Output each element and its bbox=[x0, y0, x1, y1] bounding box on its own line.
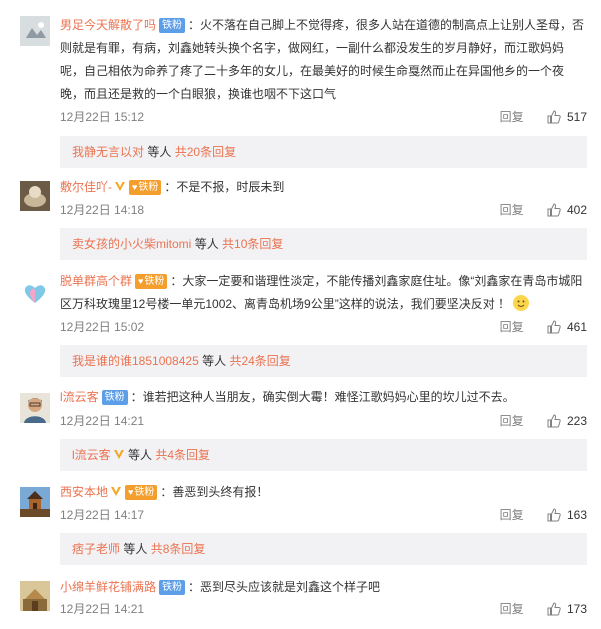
more-replies-link[interactable]: 共20条回复 bbox=[175, 145, 236, 159]
comment-time: 12月22日 14:17 bbox=[60, 508, 145, 522]
reply-button[interactable]: 回复 bbox=[500, 320, 524, 334]
fan-badge: 铁粉 bbox=[159, 18, 186, 33]
reply-button[interactable]: 回复 bbox=[500, 508, 524, 522]
comment-list: 男足今天解散了吗 铁粉 ：火不落在自己脚上不觉得疼，很多人站在道德的制高点上让别人圣… bbox=[0, 0, 601, 629]
like-count: 402 bbox=[566, 203, 587, 217]
comment-time: 12月22日 15:02 bbox=[60, 320, 145, 334]
like-button[interactable]: 223 bbox=[547, 414, 587, 428]
sub-replies: l流云客 等人 共4条回复 bbox=[60, 439, 587, 471]
like-button[interactable]: 173 bbox=[547, 602, 587, 616]
sub-replies: 痞子老师 等人 共8条回复 bbox=[60, 533, 587, 565]
comment-meta: 12月22日 15:12 回复 517 bbox=[60, 107, 587, 127]
fan-badge: ♥铁粉 bbox=[125, 485, 158, 500]
sub-reply-user[interactable]: l流云客 bbox=[72, 448, 111, 462]
thumbs-up-icon bbox=[547, 414, 561, 428]
like-count: 461 bbox=[566, 320, 587, 334]
smile-emoji-icon bbox=[513, 295, 530, 311]
more-replies-link[interactable]: 共4条回复 bbox=[155, 448, 210, 462]
comment-text: ：谁若把这种人当朋友，确实倒大霉！难怪江歌妈妈心里的坎儿过不去。 bbox=[130, 390, 515, 404]
thumbs-up-icon bbox=[547, 203, 561, 217]
like-count: 173 bbox=[566, 602, 587, 616]
reply-button[interactable]: 回复 bbox=[500, 602, 524, 616]
avatar[interactable] bbox=[20, 487, 50, 517]
thumbs-up-icon bbox=[547, 602, 561, 616]
fan-badge: ♥铁粉 bbox=[135, 274, 168, 289]
comment-meta: 12月22日 14:17 回复 163 bbox=[60, 505, 587, 525]
comment-text: ：不是不报，时辰未到 bbox=[164, 180, 285, 194]
sub-reply-label: 等人 bbox=[194, 237, 219, 251]
like-count: 223 bbox=[566, 414, 587, 428]
verified-icon bbox=[115, 182, 125, 191]
more-replies-link[interactable]: 共8条回复 bbox=[151, 542, 206, 556]
verified-icon bbox=[113, 450, 124, 459]
comment-meta: 12月22日 15:02 回复 461 bbox=[60, 317, 587, 337]
comment-time: 12月22日 15:12 bbox=[60, 110, 145, 124]
more-replies-link[interactable]: 共10条回复 bbox=[222, 237, 283, 251]
reply-button[interactable]: 回复 bbox=[500, 414, 524, 428]
like-count: 163 bbox=[566, 508, 587, 522]
comment-username[interactable]: 小绵羊鲜花铺满路 bbox=[60, 580, 156, 594]
thumbs-up-icon bbox=[547, 508, 561, 522]
sub-replies: 卖女孩的小火柴mitomi 等人 共10条回复 bbox=[60, 228, 587, 260]
avatar[interactable] bbox=[20, 393, 50, 423]
fan-badge: ♥铁粉 bbox=[129, 180, 162, 195]
sub-reply-user[interactable]: 我静无言以对 bbox=[72, 145, 144, 159]
reply-button[interactable]: 回复 bbox=[500, 110, 524, 124]
thumbs-up-icon bbox=[547, 320, 561, 334]
like-button[interactable]: 402 bbox=[547, 203, 587, 217]
sub-replies: 我静无言以对 等人 共20条回复 bbox=[60, 136, 587, 168]
like-button[interactable]: 163 bbox=[547, 508, 587, 522]
like-count: 517 bbox=[566, 110, 587, 124]
comment-username[interactable]: 西安本地 bbox=[60, 485, 108, 499]
comment-username[interactable]: l流云客 bbox=[60, 390, 99, 404]
sub-reply-label: 等人 bbox=[147, 145, 172, 159]
sub-reply-user[interactable]: 卖女孩的小火柴mitomi bbox=[72, 237, 191, 251]
reply-button[interactable]: 回复 bbox=[500, 203, 524, 217]
sub-reply-label: 等人 bbox=[128, 448, 153, 462]
comment-text: ：恶到尽头应该就是刘鑫这个样子吧 bbox=[188, 580, 381, 594]
like-button[interactable]: 517 bbox=[547, 110, 587, 124]
thumbs-up-icon bbox=[547, 110, 561, 124]
comment-meta: 12月22日 14:21 回复 223 bbox=[60, 411, 587, 431]
comment-username[interactable]: 男足今天解散了吗 bbox=[60, 18, 156, 32]
more-replies-link[interactable]: 共24条回复 bbox=[229, 354, 290, 368]
comment-username[interactable]: 脱单群高个群 bbox=[60, 274, 132, 288]
comment-meta: 12月22日 14:21 回复 173 bbox=[60, 599, 587, 619]
comment-meta: 12月22日 14:18 回复 402 bbox=[60, 200, 587, 220]
avatar[interactable] bbox=[20, 277, 50, 307]
sub-replies: 我是谁的谁1851008425 等人 共24条回复 bbox=[60, 345, 587, 377]
comment-time: 12月22日 14:21 bbox=[60, 602, 145, 616]
sub-reply-user[interactable]: 我是谁的谁1851008425 bbox=[72, 354, 199, 368]
avatar[interactable] bbox=[20, 581, 50, 611]
fan-badge: 铁粉 bbox=[159, 580, 186, 595]
avatar[interactable] bbox=[20, 16, 50, 46]
comment-time: 12月22日 14:18 bbox=[60, 203, 145, 217]
like-button[interactable]: 461 bbox=[547, 320, 587, 334]
sub-reply-label: 等人 bbox=[202, 354, 227, 368]
fan-badge: 铁粉 bbox=[101, 390, 128, 405]
comment-username[interactable]: 敷尔佳吖- bbox=[60, 180, 112, 194]
verified-icon bbox=[111, 487, 122, 496]
avatar[interactable] bbox=[20, 181, 50, 211]
comment-time: 12月22日 14:21 bbox=[60, 414, 145, 428]
sub-reply-user[interactable]: 痞子老师 bbox=[72, 542, 120, 556]
comment-text: ：善恶到头终有报！ bbox=[160, 485, 269, 499]
sub-reply-label: 等人 bbox=[123, 542, 148, 556]
